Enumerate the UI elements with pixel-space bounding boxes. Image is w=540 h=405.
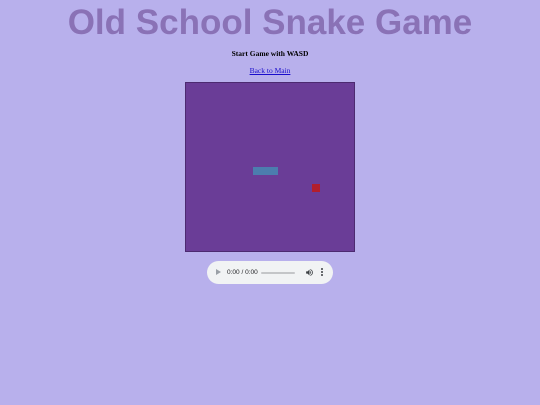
food-pellet — [312, 183, 321, 193]
back-to-main-link[interactable]: Back to Main — [250, 66, 291, 75]
game-board[interactable] — [185, 82, 355, 252]
instructions-text: Start Game with WASD — [231, 49, 309, 58]
snake-head — [270, 167, 279, 176]
snake-segment — [261, 167, 270, 176]
back-link-container: Back to Main — [0, 66, 540, 76]
volume-icon[interactable] — [305, 268, 314, 277]
snake-segment — [253, 167, 262, 176]
page-title: Old School Snake Game — [67, 3, 473, 42]
more-vert-icon[interactable] — [320, 268, 323, 277]
audio-seek-bar[interactable] — [261, 272, 295, 274]
audio-time: 0:00 / 0:00 — [227, 269, 258, 276]
audio-player[interactable]: 0:00 / 0:00 — [207, 261, 333, 284]
page: Old School Snake Game Start Game with WA… — [0, 0, 540, 405]
play-icon[interactable] — [216, 269, 221, 275]
